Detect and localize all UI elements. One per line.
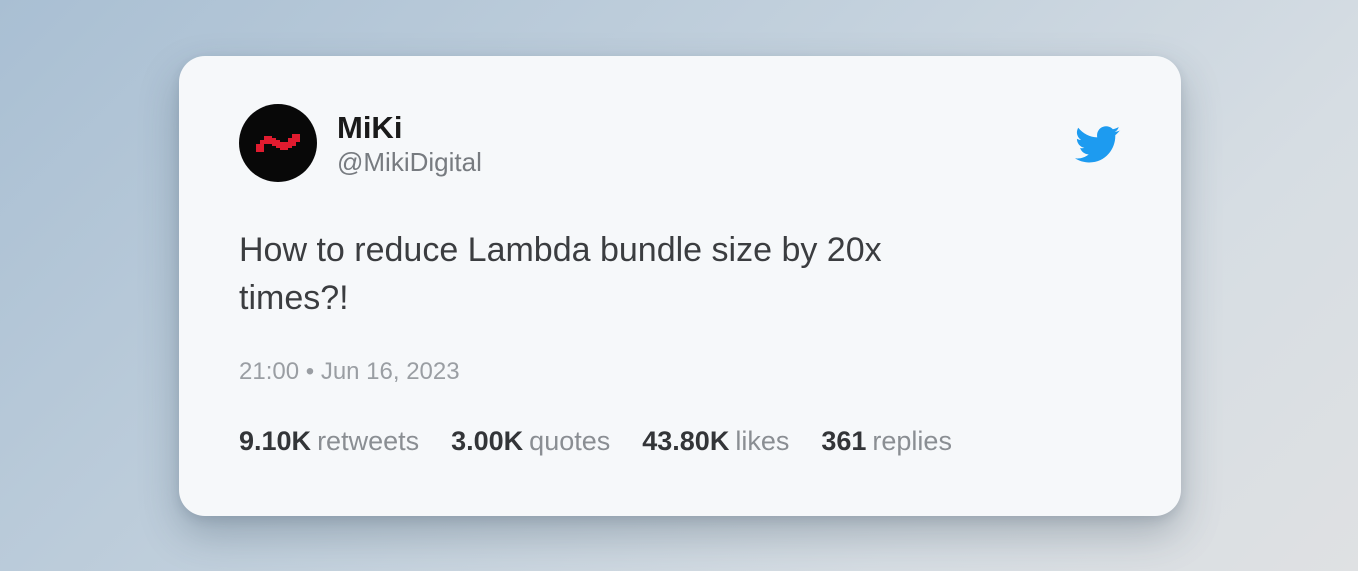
stat-label: likes: [735, 426, 790, 456]
stat-label: quotes: [529, 426, 611, 456]
stat-likes[interactable]: 43.80K likes: [642, 423, 789, 459]
tweet-timestamp[interactable]: 21:00 • Jun 16, 2023: [239, 357, 460, 387]
timestamp-separator: •: [305, 358, 315, 385]
tweet-date: Jun 16, 2023: [320, 358, 460, 385]
tweet-time: 21:00: [239, 358, 300, 385]
stat-value: 361: [821, 426, 867, 456]
stat-quotes[interactable]: 3.00K quotes: [451, 423, 610, 459]
pixel-wave-logo-icon: [256, 134, 300, 152]
avatar[interactable]: [239, 104, 317, 182]
stat-label: retweets: [317, 426, 420, 456]
display-name[interactable]: MiKi: [337, 110, 402, 146]
tweet-text: How to reduce Lambda bundle size by 20x …: [239, 231, 882, 317]
stat-value: 43.80K: [642, 426, 730, 456]
tweet-stats: 9.10K retweets 3.00K quotes 43.80K likes 36…: [239, 423, 952, 459]
stat-value: 9.10K: [239, 426, 312, 456]
tweet-card: MiKi @MikiDigital How to reduce Lambda b…: [179, 56, 1181, 516]
stat-label: replies: [872, 426, 952, 456]
stat-replies[interactable]: 361 replies: [821, 423, 952, 459]
stat-value: 3.00K: [451, 426, 524, 456]
twitter-bird-icon[interactable]: [1075, 126, 1121, 164]
user-handle[interactable]: @MikiDigital: [337, 146, 482, 178]
stat-retweets[interactable]: 9.10K retweets: [239, 423, 419, 459]
